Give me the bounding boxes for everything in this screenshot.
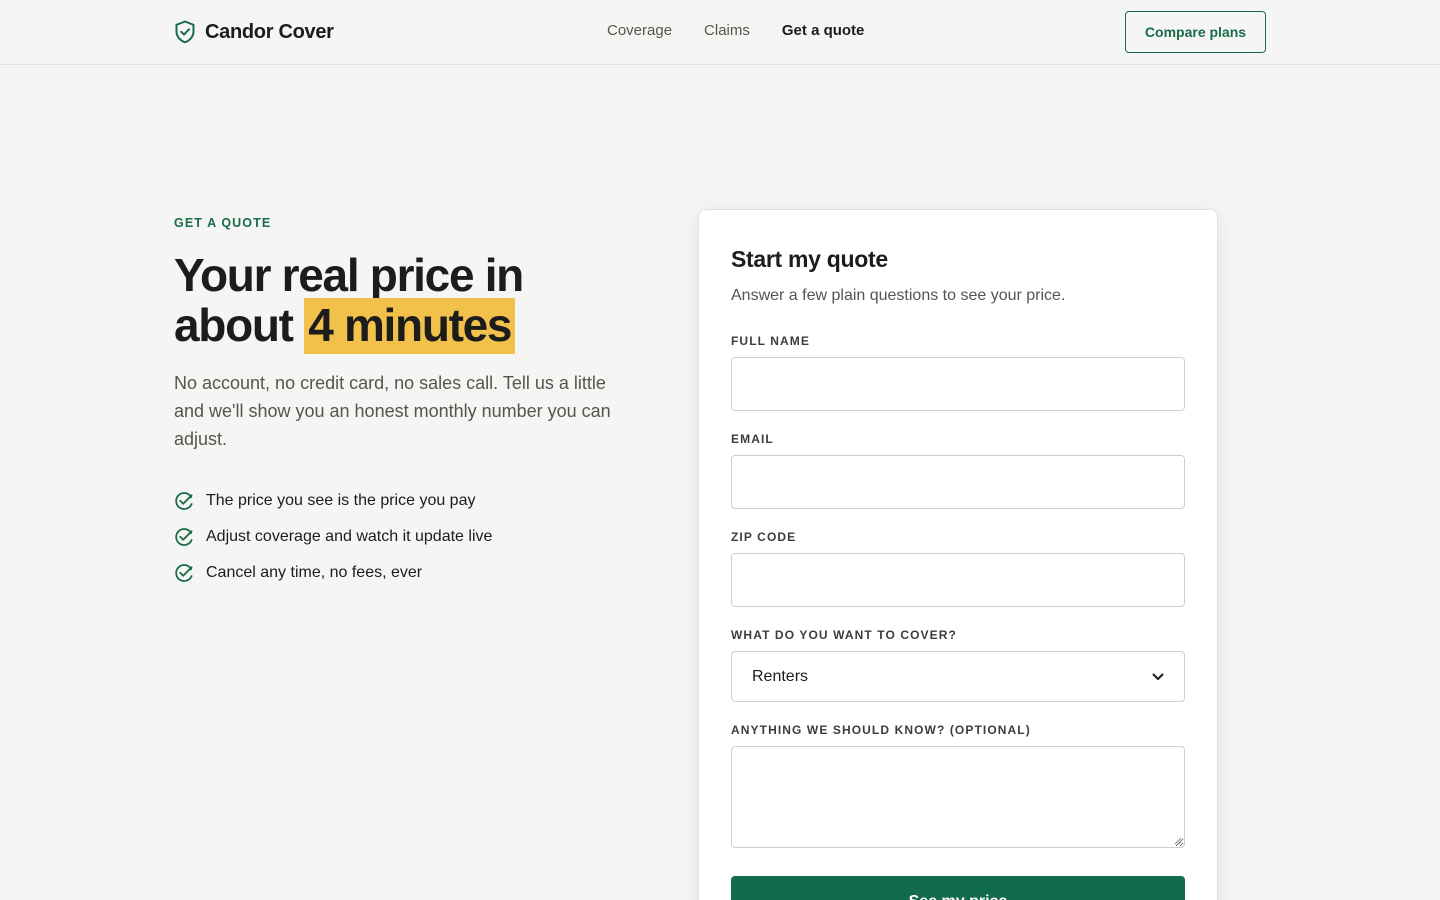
shield-check-icon [174, 20, 196, 44]
nav-item-claims[interactable]: Claims [704, 22, 750, 39]
see-my-price-button[interactable]: See my price [731, 876, 1185, 900]
full-name-label: FULL NAME [731, 334, 811, 348]
main-nav: Coverage Claims Get a quote [607, 22, 864, 39]
quote-form-card: Start my quote Answer a few plain questi… [698, 209, 1218, 900]
brand-logo[interactable]: Candor Cover [174, 20, 334, 44]
chevron-down-icon [1152, 673, 1164, 680]
site-header: Candor Cover Coverage Claims Get a quote… [0, 0, 1440, 65]
full-name-input[interactable] [731, 357, 1185, 411]
benefit-item: Adjust coverage and watch it update live [174, 519, 492, 555]
cover-type-label: WHAT DO YOU WANT TO COVER? [731, 628, 957, 642]
hero-eyebrow: GET A QUOTE [174, 216, 272, 230]
benefit-text: The price you see is the price you pay [206, 492, 476, 509]
benefit-text: Adjust coverage and watch it update live [206, 528, 493, 545]
form-title: Start my quote [731, 246, 888, 272]
benefit-text: Cancel any time, no fees, ever [206, 564, 423, 581]
check-circle-icon [175, 564, 193, 582]
brand-name: Candor Cover [205, 20, 334, 43]
nav-item-coverage[interactable]: Coverage [607, 22, 672, 39]
resize-grip-icon[interactable] [1174, 837, 1182, 845]
hero-title: Your real price in about 4 minutes [174, 249, 634, 354]
notes-textarea[interactable] [731, 746, 1185, 848]
email-label: EMAIL [731, 432, 774, 446]
notes-label: ANYTHING WE SHOULD KNOW? (OPTIONAL) [731, 723, 1031, 737]
check-circle-icon [175, 528, 193, 546]
check-circle-icon [175, 492, 193, 510]
zip-code-input[interactable] [731, 553, 1185, 607]
notes-wrapper [731, 746, 1185, 848]
hero-title-prefix: about [174, 299, 294, 351]
cover-type-selected-value: Renters [752, 667, 809, 685]
nav-item-get-a-quote[interactable]: Get a quote [782, 22, 865, 39]
hero-subtitle: No account, no credit card, no sales cal… [174, 373, 611, 449]
benefit-item: Cancel any time, no fees, ever [174, 555, 492, 591]
hero-title-highlight: 4 minutes [304, 298, 516, 354]
compare-plans-button[interactable]: Compare plans [1125, 11, 1266, 53]
zip-code-label: ZIP CODE [731, 530, 797, 544]
benefit-item: The price you see is the price you pay [174, 483, 492, 519]
benefit-list: The price you see is the price you pay A… [174, 483, 492, 591]
hero-title-line1: Your real price in [174, 249, 524, 301]
email-input[interactable] [731, 455, 1185, 509]
cover-type-select[interactable]: Renters [731, 651, 1185, 702]
form-subtitle: Answer a few plain questions to see your… [731, 287, 1066, 304]
